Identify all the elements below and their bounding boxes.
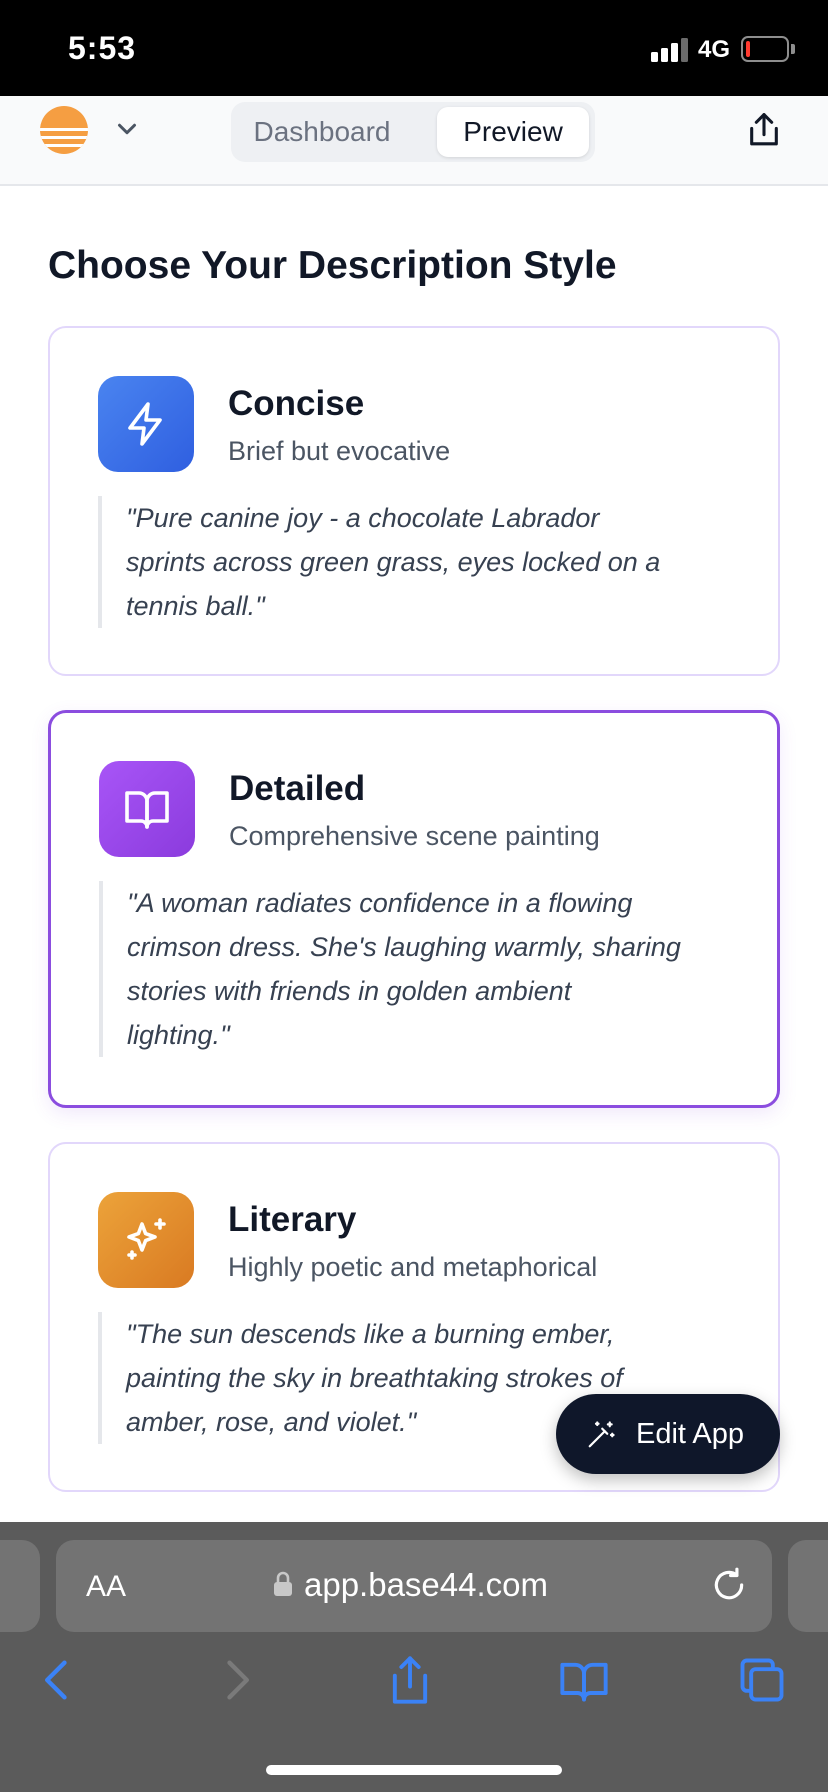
network-label: 4G: [698, 36, 731, 63]
sample-quote: "A woman radiates confidence in a flowin…: [99, 881, 749, 1057]
card-subtitle: Comprehensive scene painting: [229, 821, 600, 851]
page-title: Choose Your Description Style: [48, 244, 617, 287]
address-bar[interactable]: AA app.base44.com: [56, 1540, 772, 1632]
signal-icon: [651, 38, 688, 62]
edit-app-label: Edit App: [636, 1418, 745, 1450]
view-switcher: Dashboard Preview: [231, 102, 595, 162]
card-subtitle: Highly poetic and metaphorical: [228, 1252, 598, 1282]
tab-preview[interactable]: Preview: [437, 107, 589, 157]
logo-icon[interactable]: [40, 106, 88, 154]
style-card-detailed[interactable]: Detailed Comprehensive scene painting "A…: [48, 710, 780, 1108]
battery-tip: [791, 44, 795, 54]
share-icon[interactable]: [745, 110, 783, 150]
home-indicator[interactable]: [266, 1765, 562, 1775]
edit-app-button[interactable]: Edit App: [556, 1394, 780, 1474]
book-open-icon: [99, 761, 195, 857]
card-title: Concise: [228, 384, 365, 423]
sample-quote: "Pure canine joy - a chocolate Labrador …: [98, 496, 738, 628]
bookmarks-icon[interactable]: [558, 1654, 610, 1706]
sparkles-icon: [98, 1192, 194, 1288]
magic-wand-icon: [588, 1421, 615, 1448]
share-icon[interactable]: [384, 1654, 436, 1706]
style-card-concise[interactable]: Concise Brief but evocative "Pure canine…: [48, 326, 780, 676]
back-icon[interactable]: [32, 1654, 84, 1706]
chevron-down-icon[interactable]: [112, 114, 142, 144]
browser-toolbar: AA app.base44.com: [0, 1522, 828, 1792]
text-size-button[interactable]: AA: [86, 1570, 126, 1604]
card-title: Literary: [228, 1200, 357, 1239]
status-time: 5:53: [68, 30, 137, 66]
status-bar: 5:53 4G: [0, 0, 828, 96]
card-title: Detailed: [229, 769, 366, 808]
url-text[interactable]: app.base44.com: [304, 1566, 548, 1604]
reload-icon[interactable]: [710, 1566, 748, 1604]
lock-icon: [274, 1571, 292, 1596]
lightning-icon: [98, 376, 194, 472]
previous-tab-preview[interactable]: [0, 1540, 40, 1632]
tab-dashboard[interactable]: Dashboard: [239, 107, 405, 157]
battery-icon: [741, 36, 789, 62]
app-header: Dashboard Preview: [0, 96, 828, 186]
card-subtitle: Brief but evocative: [228, 436, 451, 466]
next-tab-preview[interactable]: [788, 1540, 828, 1632]
forward-icon[interactable]: [210, 1654, 262, 1706]
tabs-icon[interactable]: [736, 1654, 788, 1706]
